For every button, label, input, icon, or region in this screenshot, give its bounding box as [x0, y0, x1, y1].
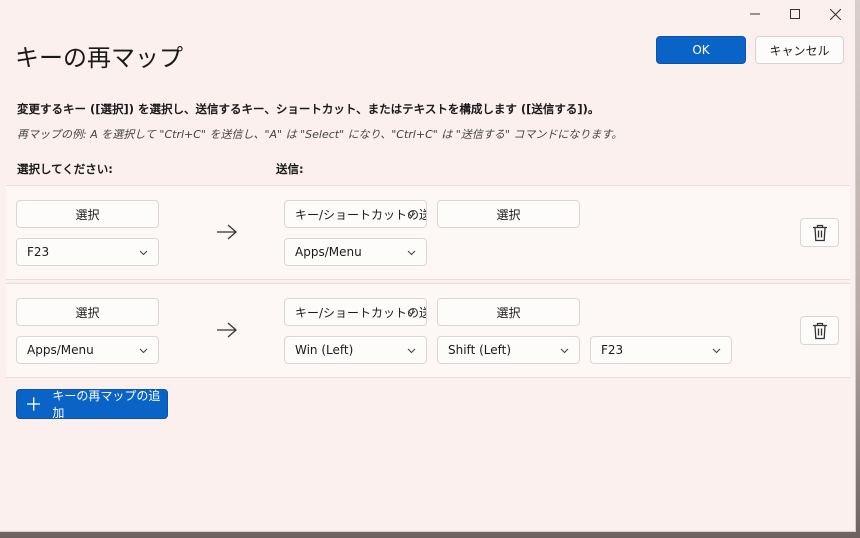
remap-row: 選択 Apps/Menu キー/ショートカットの送信 選択 Win (Left)…	[6, 283, 850, 378]
maximize-icon	[790, 9, 800, 19]
send-key-dropdown[interactable]: Win (Left)	[284, 336, 427, 364]
send-key-value: Win (Left)	[295, 343, 354, 357]
original-key-dropdown[interactable]: F23	[16, 238, 159, 266]
maximize-button[interactable]	[775, 0, 815, 28]
arrow-right-icon	[217, 322, 237, 338]
caption-controls	[735, 0, 855, 30]
remap-keys-window: キーの再マップ OK キャンセル 変更するキー ([選択]) を選択し、送信する…	[0, 0, 856, 532]
send-key-dropdown[interactable]: Apps/Menu	[284, 238, 427, 266]
close-icon	[829, 8, 841, 20]
original-key-value: Apps/Menu	[27, 343, 94, 357]
original-select-button[interactable]: 選択	[16, 200, 159, 228]
chevron-down-icon	[139, 348, 148, 354]
send-key-dropdown[interactable]: Shift (Left)	[437, 336, 580, 364]
chevron-down-icon	[407, 212, 416, 218]
description-text: 変更するキー ([選択]) を選択し、送信するキー、ショートカット、またはテキス…	[17, 102, 600, 116]
plus-icon	[27, 397, 41, 411]
chevron-down-icon	[407, 348, 416, 354]
cancel-button[interactable]: キャンセル	[755, 36, 844, 64]
add-key-remapping-button[interactable]: キーの再マップの追加	[16, 389, 168, 420]
chevron-down-icon	[712, 348, 721, 354]
original-key-dropdown[interactable]: Apps/Menu	[16, 336, 159, 364]
send-column-label: 送信:	[276, 162, 304, 176]
original-key-column-label: 選択してください:	[17, 162, 113, 176]
trash-icon	[812, 224, 827, 241]
chevron-down-icon	[407, 250, 416, 256]
original-key-value: F23	[27, 245, 50, 259]
send-select-button[interactable]: 選択	[437, 200, 580, 228]
send-select-button[interactable]: 選択	[437, 298, 580, 326]
send-key-value: Shift (Left)	[448, 343, 512, 357]
action-type-dropdown[interactable]: キー/ショートカットの送信	[284, 200, 427, 228]
action-type-dropdown[interactable]: キー/ショートカットの送信	[284, 298, 427, 326]
example-text: 再マップの例: A を選択して "Ctrl+C" を送信し、"A" は "Sel…	[17, 128, 623, 141]
send-key-dropdown[interactable]: F23	[590, 336, 732, 364]
trash-icon	[812, 322, 827, 339]
add-key-remapping-label: キーの再マップの追加	[52, 389, 161, 420]
minimize-icon	[750, 13, 760, 15]
close-button[interactable]	[815, 0, 855, 28]
ok-button[interactable]: OK	[656, 36, 746, 64]
delete-row-button[interactable]	[800, 316, 839, 345]
send-key-value: F23	[601, 343, 624, 357]
page-title: キーの再マップ	[15, 44, 183, 72]
remap-row: 選択 F23 キー/ショートカットの送信 選択 Apps/Menu	[6, 185, 850, 280]
chevron-down-icon	[560, 348, 569, 354]
chevron-down-icon	[407, 310, 416, 316]
original-select-button[interactable]: 選択	[16, 298, 159, 326]
minimize-button[interactable]	[735, 0, 775, 28]
delete-row-button[interactable]	[800, 218, 839, 247]
send-key-value: Apps/Menu	[295, 245, 362, 259]
arrow-right-icon	[217, 224, 237, 240]
chevron-down-icon	[139, 250, 148, 256]
